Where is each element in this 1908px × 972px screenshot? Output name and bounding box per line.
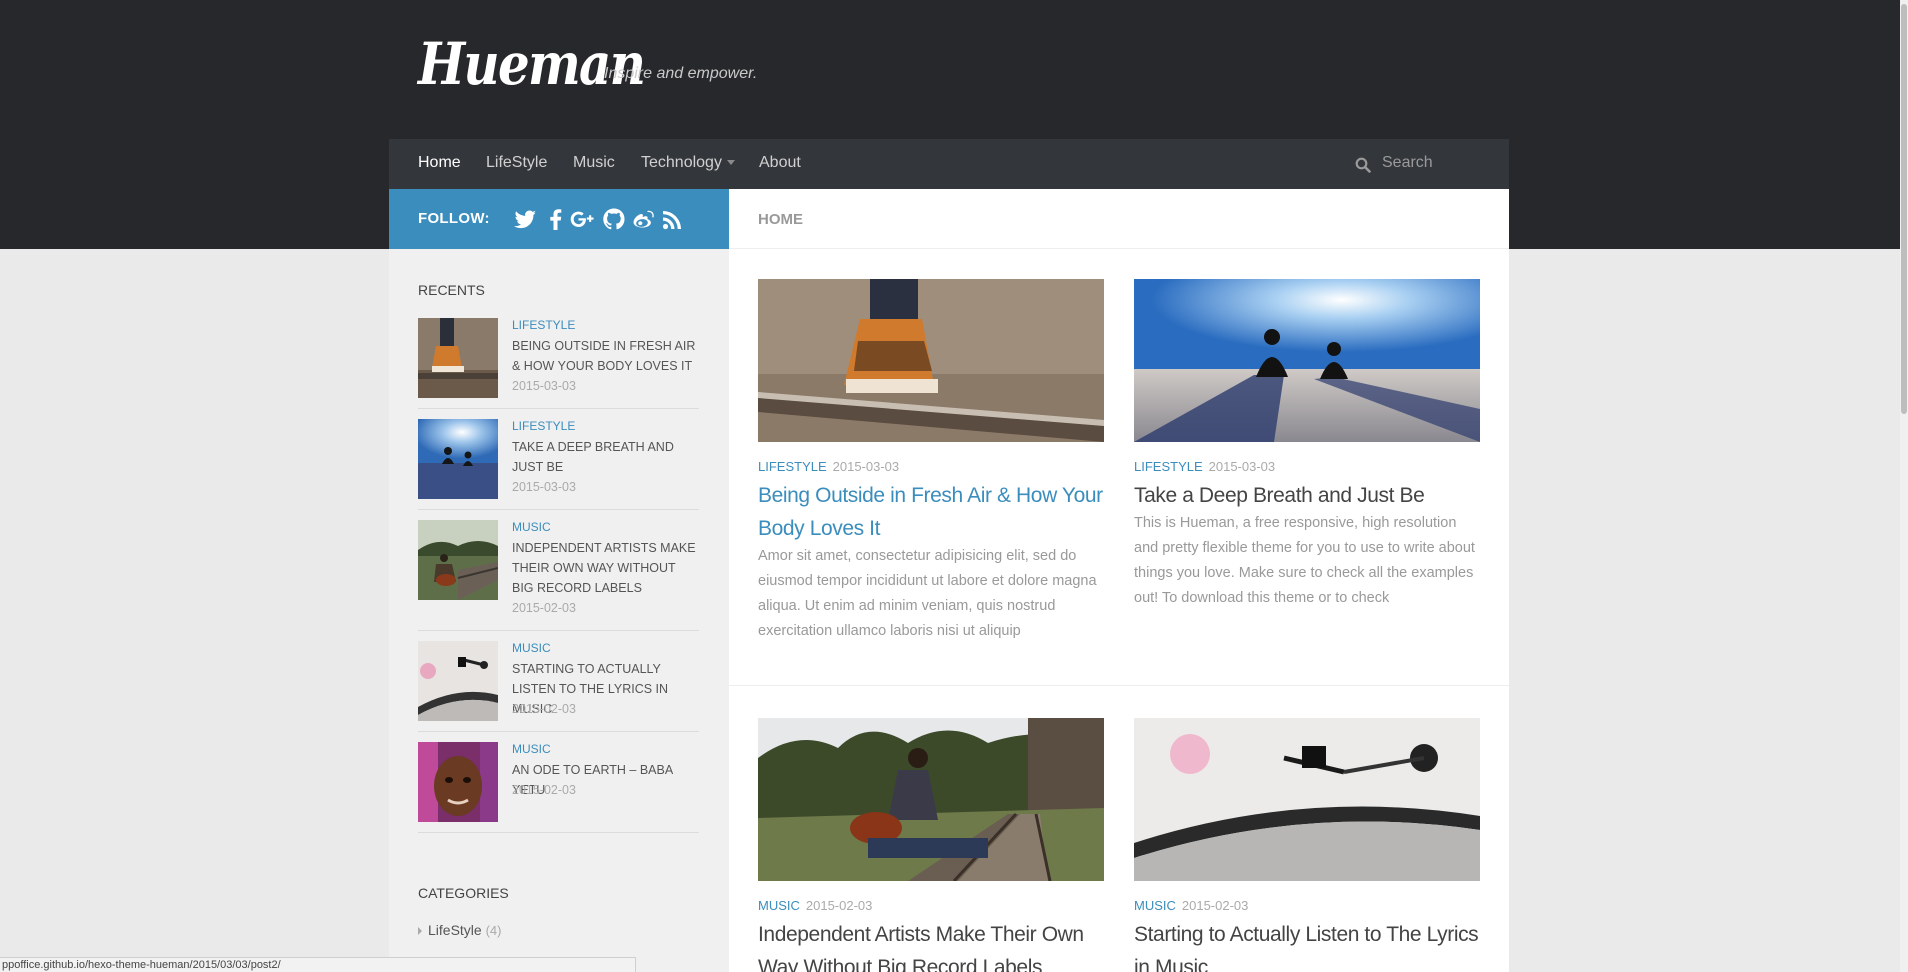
nav-item-lifestyle[interactable]: LifeStyle <box>486 154 547 172</box>
recent-thumbnail[interactable] <box>418 318 498 398</box>
post-thumbnail[interactable] <box>1134 279 1480 442</box>
recent-date: 2015-03-03 <box>512 379 576 393</box>
recent-date: 2015-02-03 <box>512 702 576 716</box>
post-date: 2015-03-03 <box>1208 459 1276 474</box>
post-title[interactable]: Being Outside in Fresh Air & How Your Bo… <box>758 479 1104 545</box>
nav-item-music[interactable]: Music <box>573 154 615 172</box>
chevron-right-icon <box>418 927 422 936</box>
recent-category[interactable]: LIFESTYLE <box>512 318 575 332</box>
recent-item: LIFESTYLE BEING OUTSIDE IN FRESH AIR & H… <box>418 318 699 409</box>
categories-heading: CATEGORIES <box>418 885 509 901</box>
follow-bar: FOLLOW: <box>389 189 729 249</box>
recent-category[interactable]: MUSIC <box>512 742 551 756</box>
recent-title[interactable]: BEING OUTSIDE IN FRESH AIR & HOW YOUR BO… <box>512 336 698 376</box>
recent-date: 2015-03-03 <box>512 480 576 494</box>
recent-item: MUSIC INDEPENDENT ARTISTS MAKE THEIR OWN… <box>418 520 699 631</box>
category-name[interactable]: LifeStyle <box>428 922 482 938</box>
post-category[interactable]: LIFESTYLE <box>1134 459 1203 474</box>
page-title: HOME <box>758 211 803 228</box>
twitter-icon[interactable] <box>513 206 539 232</box>
post-card: MUSIC 2015-02-03 Independent Artists Make… <box>758 718 1104 972</box>
post-category[interactable]: MUSIC <box>758 898 800 913</box>
main-content: HOME LIFESTYLE 2015-03-03 Being Outside i… <box>729 189 1509 972</box>
search-icon <box>1355 157 1371 173</box>
recent-category[interactable]: LIFESTYLE <box>512 419 575 433</box>
recent-category[interactable]: MUSIC <box>512 520 551 534</box>
recent-date: 2015-02-03 <box>512 601 576 615</box>
post-card: LIFESTYLE 2015-03-03 Being Outside in Fre… <box>758 279 1104 679</box>
nav-item-about[interactable]: About <box>759 154 801 172</box>
rss-icon[interactable] <box>660 206 686 232</box>
browser-status-bar: ppoffice.github.io/hexo-theme-hueman/201… <box>0 957 636 972</box>
post-category[interactable]: LIFESTYLE <box>758 459 827 474</box>
recent-thumbnail[interactable] <box>418 641 498 721</box>
recent-item: LIFESTYLE TAKE A DEEP BREATH AND JUST BE… <box>418 419 699 510</box>
scrollbar-thumb[interactable] <box>1901 4 1907 414</box>
category-count: (4) <box>485 923 502 938</box>
post-thumbnail[interactable] <box>1134 718 1480 881</box>
post-date: 2015-02-03 <box>1181 898 1249 913</box>
recents-heading: RECENTS <box>418 282 485 298</box>
page-wrapper: Hueman Inspire and empower. Home LifeSty… <box>389 0 1509 972</box>
recent-date: 2015-02-03 <box>512 783 576 797</box>
recent-thumbnail[interactable] <box>418 742 498 822</box>
recent-title[interactable]: INDEPENDENT ARTISTS MAKE THEIR OWN WAY W… <box>512 538 698 598</box>
post-thumbnail[interactable] <box>758 718 1104 881</box>
github-icon[interactable] <box>601 206 627 232</box>
search-input[interactable] <box>1382 154 1482 172</box>
post-excerpt: Amor sit amet, consectetur adipisicing e… <box>758 548 1097 639</box>
google-plus-icon[interactable] <box>569 206 595 232</box>
recent-category[interactable]: MUSIC <box>512 641 551 655</box>
follow-label: FOLLOW: <box>418 210 490 227</box>
post-excerpt: This is Hueman, a free responsive, high … <box>1134 515 1475 606</box>
nav-item-technology[interactable]: Technology <box>641 154 735 172</box>
category-item-lifestyle[interactable]: LifeStyle (4) <box>418 922 501 938</box>
post-thumbnail[interactable] <box>758 279 1104 442</box>
sidebar: RECENTS LIFESTYLE BEING OUTSIDE IN FRESH… <box>389 249 729 972</box>
post-title[interactable]: Take a Deep Breath and Just Be <box>1134 479 1480 512</box>
post-date: 2015-03-03 <box>832 459 900 474</box>
row-divider <box>729 685 1509 686</box>
post-meta: LIFESTYLE 2015-03-03 <box>1134 459 1275 474</box>
post-card: LIFESTYLE 2015-03-03 Take a Deep Breath a… <box>1134 279 1480 679</box>
nav-item-home[interactable]: Home <box>418 154 461 172</box>
post-title[interactable]: Independent Artists Make Their Own Way W… <box>758 918 1104 972</box>
nav-search[interactable] <box>1355 152 1485 178</box>
nav-item-technology-label: Technology <box>641 154 722 171</box>
recent-item: MUSIC STARTING TO ACTUALLY LISTEN TO THE… <box>418 641 699 732</box>
facebook-icon[interactable] <box>543 206 569 232</box>
recent-thumbnail[interactable] <box>418 419 498 499</box>
recent-item: MUSIC AN ODE TO EARTH – BABA YETU 2015-0… <box>418 742 699 833</box>
chevron-down-icon <box>726 160 735 166</box>
main-nav: Home LifeStyle Music Technology About <box>389 139 1509 189</box>
post-title[interactable]: Starting to Actually Listen to The Lyric… <box>1134 918 1480 972</box>
post-card: MUSIC 2015-02-03 Starting to Actually Lis… <box>1134 718 1480 972</box>
weibo-icon[interactable] <box>631 206 657 232</box>
recent-title[interactable]: TAKE A DEEP BREATH AND JUST BE <box>512 437 698 477</box>
post-meta: MUSIC 2015-02-03 <box>758 898 872 913</box>
recent-thumbnail[interactable] <box>418 520 498 600</box>
post-category[interactable]: MUSIC <box>1134 898 1176 913</box>
site-logo[interactable]: Hueman <box>418 30 646 98</box>
site-tagline: Inspire and empower. <box>604 65 758 82</box>
page-title-bar: HOME <box>729 189 1509 249</box>
post-date: 2015-02-03 <box>805 898 873 913</box>
page-scrollbar[interactable] <box>1900 0 1908 972</box>
post-meta: LIFESTYLE 2015-03-03 <box>758 459 899 474</box>
post-meta: MUSIC 2015-02-03 <box>1134 898 1248 913</box>
